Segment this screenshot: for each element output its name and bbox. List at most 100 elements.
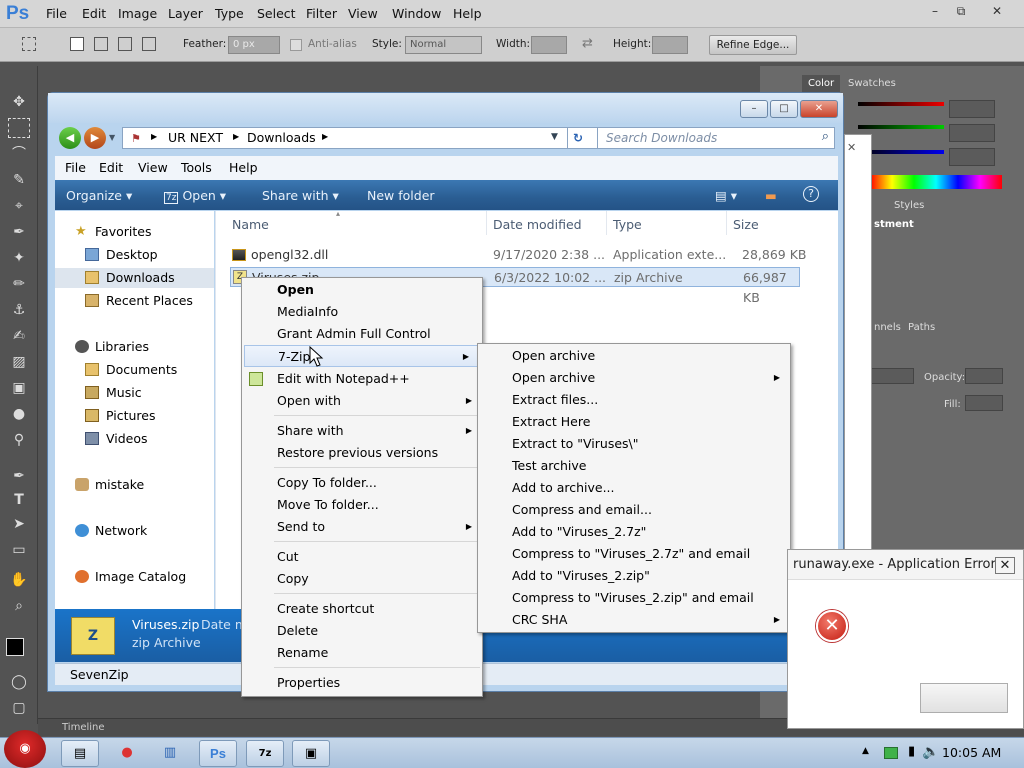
share-with-button[interactable]: Share with ▾ xyxy=(262,188,339,203)
ps-menu-edit[interactable]: Edit xyxy=(82,6,106,21)
column-name[interactable]: Name xyxy=(232,217,269,232)
shape-tool-icon[interactable]: ▭ xyxy=(8,540,30,560)
taskbar-app-icon[interactable]: ▥ xyxy=(151,740,189,767)
show-hidden-icons[interactable]: ▲ xyxy=(862,746,869,756)
brush-tool-icon[interactable]: ✏ xyxy=(8,274,30,294)
search-input[interactable]: Search Downloads ⌕ xyxy=(597,127,835,149)
height-input[interactable] xyxy=(652,36,688,54)
ps-minimize-button[interactable]: – xyxy=(922,2,948,20)
quick-select-icon[interactable]: ✎ xyxy=(8,170,30,190)
ps-menu-window[interactable]: Window xyxy=(392,6,441,21)
pen-tool-icon[interactable]: ✒ xyxy=(8,466,30,486)
close-icon[interactable]: ✕ xyxy=(847,141,856,154)
power-tray-icon[interactable]: ▮ xyxy=(908,744,915,759)
eyedropper-icon[interactable]: ✒ xyxy=(8,222,30,242)
history-brush-icon[interactable]: ✍ xyxy=(8,326,30,346)
menu-item-notepad[interactable]: Edit with Notepad++ xyxy=(242,368,482,390)
nav-libraries[interactable]: Libraries xyxy=(55,337,214,357)
nav-documents[interactable]: Documents xyxy=(55,360,214,380)
7zip-extract-files[interactable]: Extract files... xyxy=(478,389,790,411)
menu-item-send-to[interactable]: Send to ▶ xyxy=(242,516,482,538)
nav-network[interactable]: Network xyxy=(55,521,214,541)
ex-menu-edit[interactable]: Edit xyxy=(99,160,123,175)
red-slider[interactable] xyxy=(858,102,944,106)
column-size[interactable]: Size xyxy=(733,217,759,232)
nav-videos[interactable]: Videos xyxy=(55,429,214,449)
nav-desktop[interactable]: Desktop xyxy=(55,245,214,265)
7zip-add-to-archive[interactable]: Add to archive... xyxy=(478,477,790,499)
tab-paths[interactable]: Paths xyxy=(902,319,941,336)
menu-item-cut[interactable]: Cut xyxy=(242,546,482,568)
nav-recent-places[interactable]: Recent Places xyxy=(55,291,214,311)
menu-item-move-to-folder[interactable]: Move To folder... xyxy=(242,494,482,516)
menu-item-restore-versions[interactable]: Restore previous versions xyxy=(242,442,482,464)
ps-menu-help[interactable]: Help xyxy=(453,6,482,21)
timeline-tab[interactable]: Timeline xyxy=(62,722,105,733)
clone-stamp-icon[interactable]: ⚓ xyxy=(8,300,30,320)
7zip-extract-to-folder[interactable]: Extract to "Viruses\" xyxy=(478,433,790,455)
tab-styles[interactable]: Styles xyxy=(888,197,930,214)
menu-item-mediainfo[interactable]: MediaInfo xyxy=(242,301,482,323)
tab-channels[interactable]: nnels xyxy=(868,319,907,336)
taskbar-chrome-icon[interactable]: ● xyxy=(108,740,146,767)
ps-menu-image[interactable]: Image xyxy=(118,6,157,21)
new-folder-button[interactable]: New folder xyxy=(367,188,435,203)
ps-restore-button[interactable]: ⧉ xyxy=(948,2,974,20)
breadcrumb-separator-icon[interactable]: ▶ xyxy=(322,132,328,141)
type-tool-icon[interactable]: T xyxy=(8,490,30,510)
taskbar-7zip-icon[interactable]: 7z xyxy=(246,740,284,767)
green-slider[interactable] xyxy=(858,125,944,129)
7zip-add-to-zip[interactable]: Add to "Viruses_2.zip" xyxy=(478,565,790,587)
dodge-tool-icon[interactable]: ⚲ xyxy=(8,430,30,450)
menu-item-properties[interactable]: Properties xyxy=(242,672,482,694)
column-date-modified[interactable]: Date modified xyxy=(493,217,582,232)
screen-mode-icon[interactable]: ▢ xyxy=(8,698,30,718)
explorer-maximize-button[interactable]: □ xyxy=(770,100,798,118)
taskbar-explorer-icon[interactable]: ▤ xyxy=(61,740,99,767)
system-clock[interactable]: 10:05 AM xyxy=(942,745,1001,760)
foreground-color-swatch[interactable] xyxy=(6,638,24,656)
opacity-input[interactable] xyxy=(965,368,1003,384)
address-dropdown-icon[interactable]: ▼ xyxy=(551,132,558,142)
marquee-tool-icon[interactable] xyxy=(8,118,30,138)
quick-mask-icon[interactable]: ◯ xyxy=(8,672,30,692)
7zip-open-archive[interactable]: Open archive xyxy=(478,345,790,367)
column-divider[interactable] xyxy=(486,211,487,235)
error-ok-button[interactable] xyxy=(920,683,1008,713)
menu-item-delete[interactable]: Delete xyxy=(242,620,482,642)
view-options-icon[interactable]: ▤ ▾ xyxy=(715,188,737,203)
7zip-extract-here[interactable]: Extract Here xyxy=(478,411,790,433)
7zip-crc-sha[interactable]: CRC SHA ▶ xyxy=(478,609,790,631)
marquee-tool-icon[interactable] xyxy=(22,37,36,51)
path-select-icon[interactable]: ➤ xyxy=(8,514,30,534)
nav-pictures[interactable]: Pictures xyxy=(55,406,214,426)
column-divider[interactable] xyxy=(606,211,607,235)
width-input[interactable] xyxy=(531,36,567,54)
menu-item-grant-admin[interactable]: Grant Admin Full Control xyxy=(242,323,482,345)
ex-menu-help[interactable]: Help xyxy=(229,160,258,175)
column-type[interactable]: Type xyxy=(613,217,642,232)
open-button[interactable]: 7z Open ▾ xyxy=(164,188,226,204)
antialias-checkbox[interactable] xyxy=(290,39,302,51)
add-selection-icon[interactable] xyxy=(94,37,108,51)
tab-color[interactable]: Color xyxy=(802,75,841,92)
nav-downloads[interactable]: Downloads xyxy=(55,268,214,288)
start-button[interactable]: ◉ xyxy=(4,730,46,768)
explorer-close-button[interactable]: ✕ xyxy=(800,100,838,118)
menu-item-share-with[interactable]: Share with ▶ xyxy=(242,420,482,442)
breadcrumb-ur-next[interactable]: UR NEXT xyxy=(168,130,223,145)
network-tray-icon[interactable] xyxy=(884,747,898,759)
breadcrumb-separator-icon[interactable]: ▶ xyxy=(151,132,157,141)
ex-menu-file[interactable]: File xyxy=(65,160,86,175)
move-tool-icon[interactable]: ✥ xyxy=(8,92,30,112)
menu-item-rename[interactable]: Rename xyxy=(242,642,482,664)
7zip-compress-7z-email[interactable]: Compress to "Viruses_2.7z" and email xyxy=(478,543,790,565)
blue-value-input[interactable] xyxy=(949,148,995,166)
crop-tool-icon[interactable]: ⌖ xyxy=(8,196,30,216)
menu-item-7zip[interactable]: 7-Zip ▶ xyxy=(244,345,480,367)
red-value-input[interactable] xyxy=(949,100,995,118)
address-bar[interactable]: ⚑ ▶ UR NEXT ▶ Downloads ▶ ▼ ↻ xyxy=(122,127,608,149)
green-value-input[interactable] xyxy=(949,124,995,142)
ps-menu-layer[interactable]: Layer xyxy=(168,6,203,21)
healing-brush-icon[interactable]: ✦ xyxy=(8,248,30,268)
